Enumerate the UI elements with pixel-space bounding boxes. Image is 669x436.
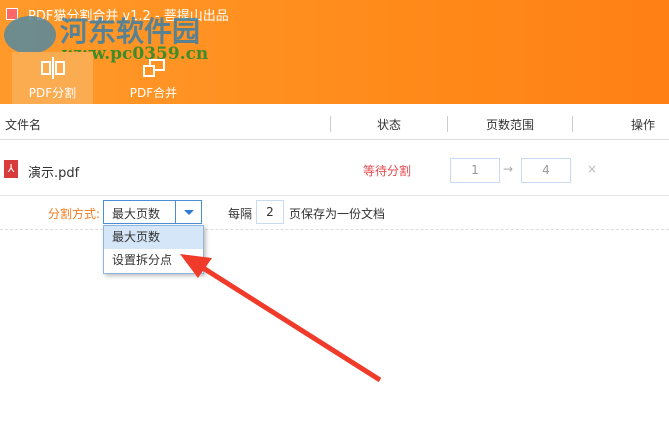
annotation-arrow xyxy=(180,254,382,383)
